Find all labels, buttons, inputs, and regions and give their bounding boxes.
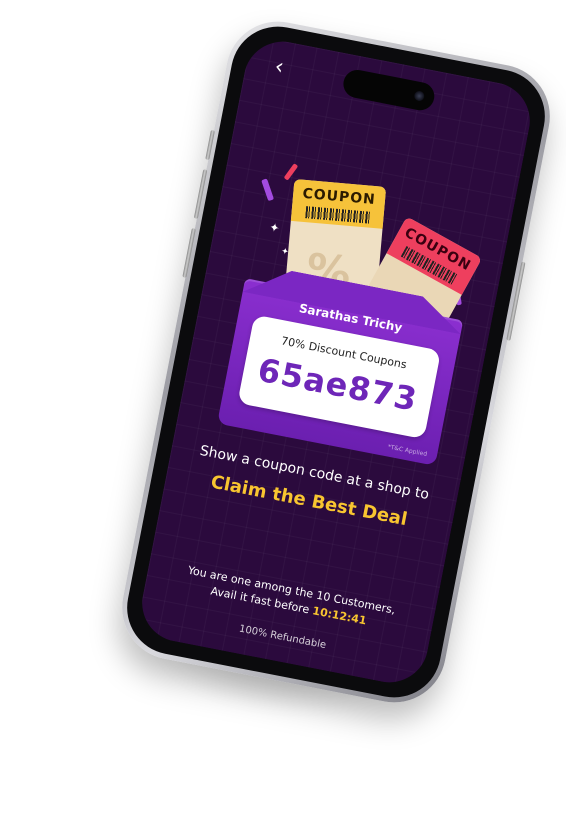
phone-mockup: ‹ ✦ ✦ ✦ COUPON % [113, 12, 559, 712]
sparkle-icon: ✦ [268, 219, 281, 236]
coupon-illustration: ✦ ✦ ✦ COUPON % COUPON [217, 158, 486, 466]
phone-frame: ‹ ✦ ✦ ✦ COUPON % [113, 12, 559, 712]
confetti [261, 178, 275, 202]
confetti [283, 163, 299, 181]
tc-note: *T&C Applied [387, 443, 428, 459]
phone-bezel: ‹ ✦ ✦ ✦ COUPON % [119, 18, 553, 706]
back-button[interactable]: ‹ [264, 52, 294, 82]
chevron-left-icon: ‹ [272, 54, 286, 81]
coupon-pocket: Sarathas Trichy 70% Discount Coupons 65a… [217, 278, 464, 466]
dynamic-island [341, 67, 437, 113]
app-screen: ‹ ✦ ✦ ✦ COUPON % [135, 34, 537, 690]
camera-icon [413, 90, 426, 102]
